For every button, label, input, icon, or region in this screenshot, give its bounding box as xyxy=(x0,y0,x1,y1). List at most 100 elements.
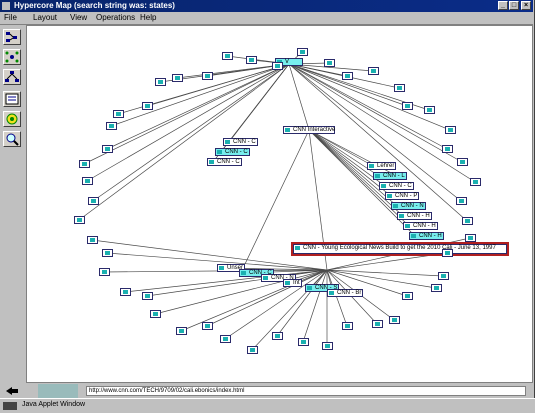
leaf-node[interactable] xyxy=(272,332,283,340)
leaf-node[interactable] xyxy=(431,284,442,292)
edge xyxy=(86,63,290,182)
leaf-node[interactable] xyxy=(402,292,413,300)
leaf-node[interactable] xyxy=(297,48,308,56)
cluster-node-label: CNN - H xyxy=(407,213,430,219)
leaf-node[interactable] xyxy=(113,110,124,118)
leaf-node[interactable] xyxy=(106,122,117,130)
leaf-node[interactable] xyxy=(246,56,257,64)
leaf-node[interactable] xyxy=(155,78,166,86)
leaf-node[interactable] xyxy=(372,320,383,328)
leaf-node[interactable] xyxy=(457,158,468,166)
leaf-node[interactable] xyxy=(87,236,98,244)
leaf-node[interactable] xyxy=(176,327,187,335)
leaf-node[interactable] xyxy=(74,216,85,224)
leaf-node[interactable] xyxy=(79,160,90,168)
leaf-node[interactable] xyxy=(389,316,400,324)
cluster-node-label: CNN - C xyxy=(233,139,256,145)
leaf-node[interactable] xyxy=(465,234,476,242)
leaf-node[interactable] xyxy=(82,177,93,185)
leaf-node[interactable] xyxy=(342,322,353,330)
cluster-node[interactable]: CNN - P xyxy=(385,192,420,200)
edge xyxy=(146,63,290,107)
taskbar: Java Applet Window xyxy=(0,398,535,413)
leaf-node[interactable] xyxy=(150,310,161,318)
leaf-node[interactable] xyxy=(456,197,467,205)
list-icon[interactable] xyxy=(3,91,21,107)
cluster-node[interactable]: CNN - C xyxy=(215,148,250,156)
cluster-node[interactable]: CNN - C xyxy=(207,158,242,166)
menu-operations[interactable]: Operations xyxy=(96,13,135,22)
leaf-node[interactable] xyxy=(442,145,453,153)
leaf-node[interactable] xyxy=(172,74,183,82)
leaf-node[interactable] xyxy=(88,197,99,205)
leaf-node[interactable] xyxy=(342,72,353,80)
leaf-node[interactable] xyxy=(394,84,405,92)
leaf-node[interactable] xyxy=(120,288,131,296)
logo xyxy=(38,384,78,398)
leaf-node[interactable] xyxy=(102,145,113,153)
cluster-node[interactable]: CNN - Br xyxy=(327,289,364,297)
node-highlight[interactable]: CNN - Young Ecological News Build to get… xyxy=(293,244,507,254)
app-icon xyxy=(2,2,10,10)
menu-view[interactable]: View xyxy=(70,13,87,22)
edge xyxy=(288,63,468,222)
leaf-node[interactable] xyxy=(470,178,481,186)
leaf-node[interactable] xyxy=(202,322,213,330)
cluster-node[interactable]: CNN - H xyxy=(397,212,432,220)
network-icon[interactable] xyxy=(3,49,21,65)
leaf-node[interactable] xyxy=(322,342,333,350)
cluster-node[interactable]: CNN - L xyxy=(373,172,407,180)
menu-bar: File Layout View Operations Help xyxy=(0,12,533,25)
cluster-node[interactable]: CNN - C xyxy=(379,182,414,190)
cluster-node[interactable]: CNN - H xyxy=(403,222,438,230)
taskbar-label: Java Applet Window xyxy=(22,401,86,408)
leaf-node[interactable] xyxy=(445,126,456,134)
leaf-node[interactable] xyxy=(247,346,258,354)
cluster-node[interactable]: CNN - C xyxy=(223,138,258,146)
leaf-node[interactable] xyxy=(202,72,213,80)
hierarchy-icon[interactable] xyxy=(3,29,21,45)
cluster-node-label: CNN - H xyxy=(413,223,436,229)
leaf-node[interactable] xyxy=(462,217,473,225)
tree-icon[interactable] xyxy=(3,69,21,85)
leaf-node[interactable] xyxy=(424,106,435,114)
graph-canvas[interactable]: CNN Interactive V CNN - Young Ecological… xyxy=(26,25,533,383)
edge xyxy=(326,269,348,327)
edge xyxy=(92,63,290,202)
cluster-node[interactable]: Int xyxy=(283,279,302,287)
menu-help[interactable]: Help xyxy=(140,13,156,22)
maximize-button[interactable]: □ xyxy=(509,1,519,10)
leaf-node[interactable] xyxy=(272,62,283,70)
cluster-node-label: CNN - C xyxy=(225,149,248,155)
cluster-node[interactable]: Lehrer xyxy=(367,162,397,170)
leaf-node[interactable] xyxy=(102,249,113,257)
leaf-node[interactable] xyxy=(438,272,449,280)
leaf-node[interactable] xyxy=(402,102,413,110)
window-title: Hypercore Map (search string was: states… xyxy=(14,1,175,10)
leaf-node[interactable] xyxy=(99,268,110,276)
node-center[interactable]: CNN Interactive xyxy=(283,126,335,134)
menu-file[interactable]: File xyxy=(4,13,17,22)
leaf-node[interactable] xyxy=(298,338,309,346)
leaf-node[interactable] xyxy=(142,102,153,110)
leaf-node[interactable] xyxy=(220,335,231,343)
leaf-node[interactable] xyxy=(368,67,379,75)
circle-view-icon[interactable] xyxy=(3,111,21,127)
cluster-node[interactable]: CNN - N xyxy=(391,202,426,210)
leaf-node[interactable] xyxy=(324,59,335,67)
menu-layout[interactable]: Layout xyxy=(33,13,57,22)
url-field[interactable]: http://www.cnn.com/TECH/9709/02/cali.ebo… xyxy=(86,386,526,396)
cluster-node-label: CNN - N xyxy=(401,203,424,209)
leaf-node[interactable] xyxy=(142,292,153,300)
leaf-node[interactable] xyxy=(222,52,233,60)
close-button[interactable]: × xyxy=(521,1,531,10)
cluster-node[interactable]: CNN - H xyxy=(409,232,444,240)
back-button[interactable] xyxy=(1,384,24,398)
zoom-icon[interactable] xyxy=(3,131,21,147)
title-bar: Hypercore Map (search string was: states… xyxy=(0,0,533,12)
edge xyxy=(110,63,290,127)
cluster-node-label: CNN - Br xyxy=(337,290,362,296)
leaf-node[interactable] xyxy=(442,249,453,257)
cluster-node-label: CNN - C xyxy=(389,183,412,189)
minimize-button[interactable]: _ xyxy=(498,1,508,10)
